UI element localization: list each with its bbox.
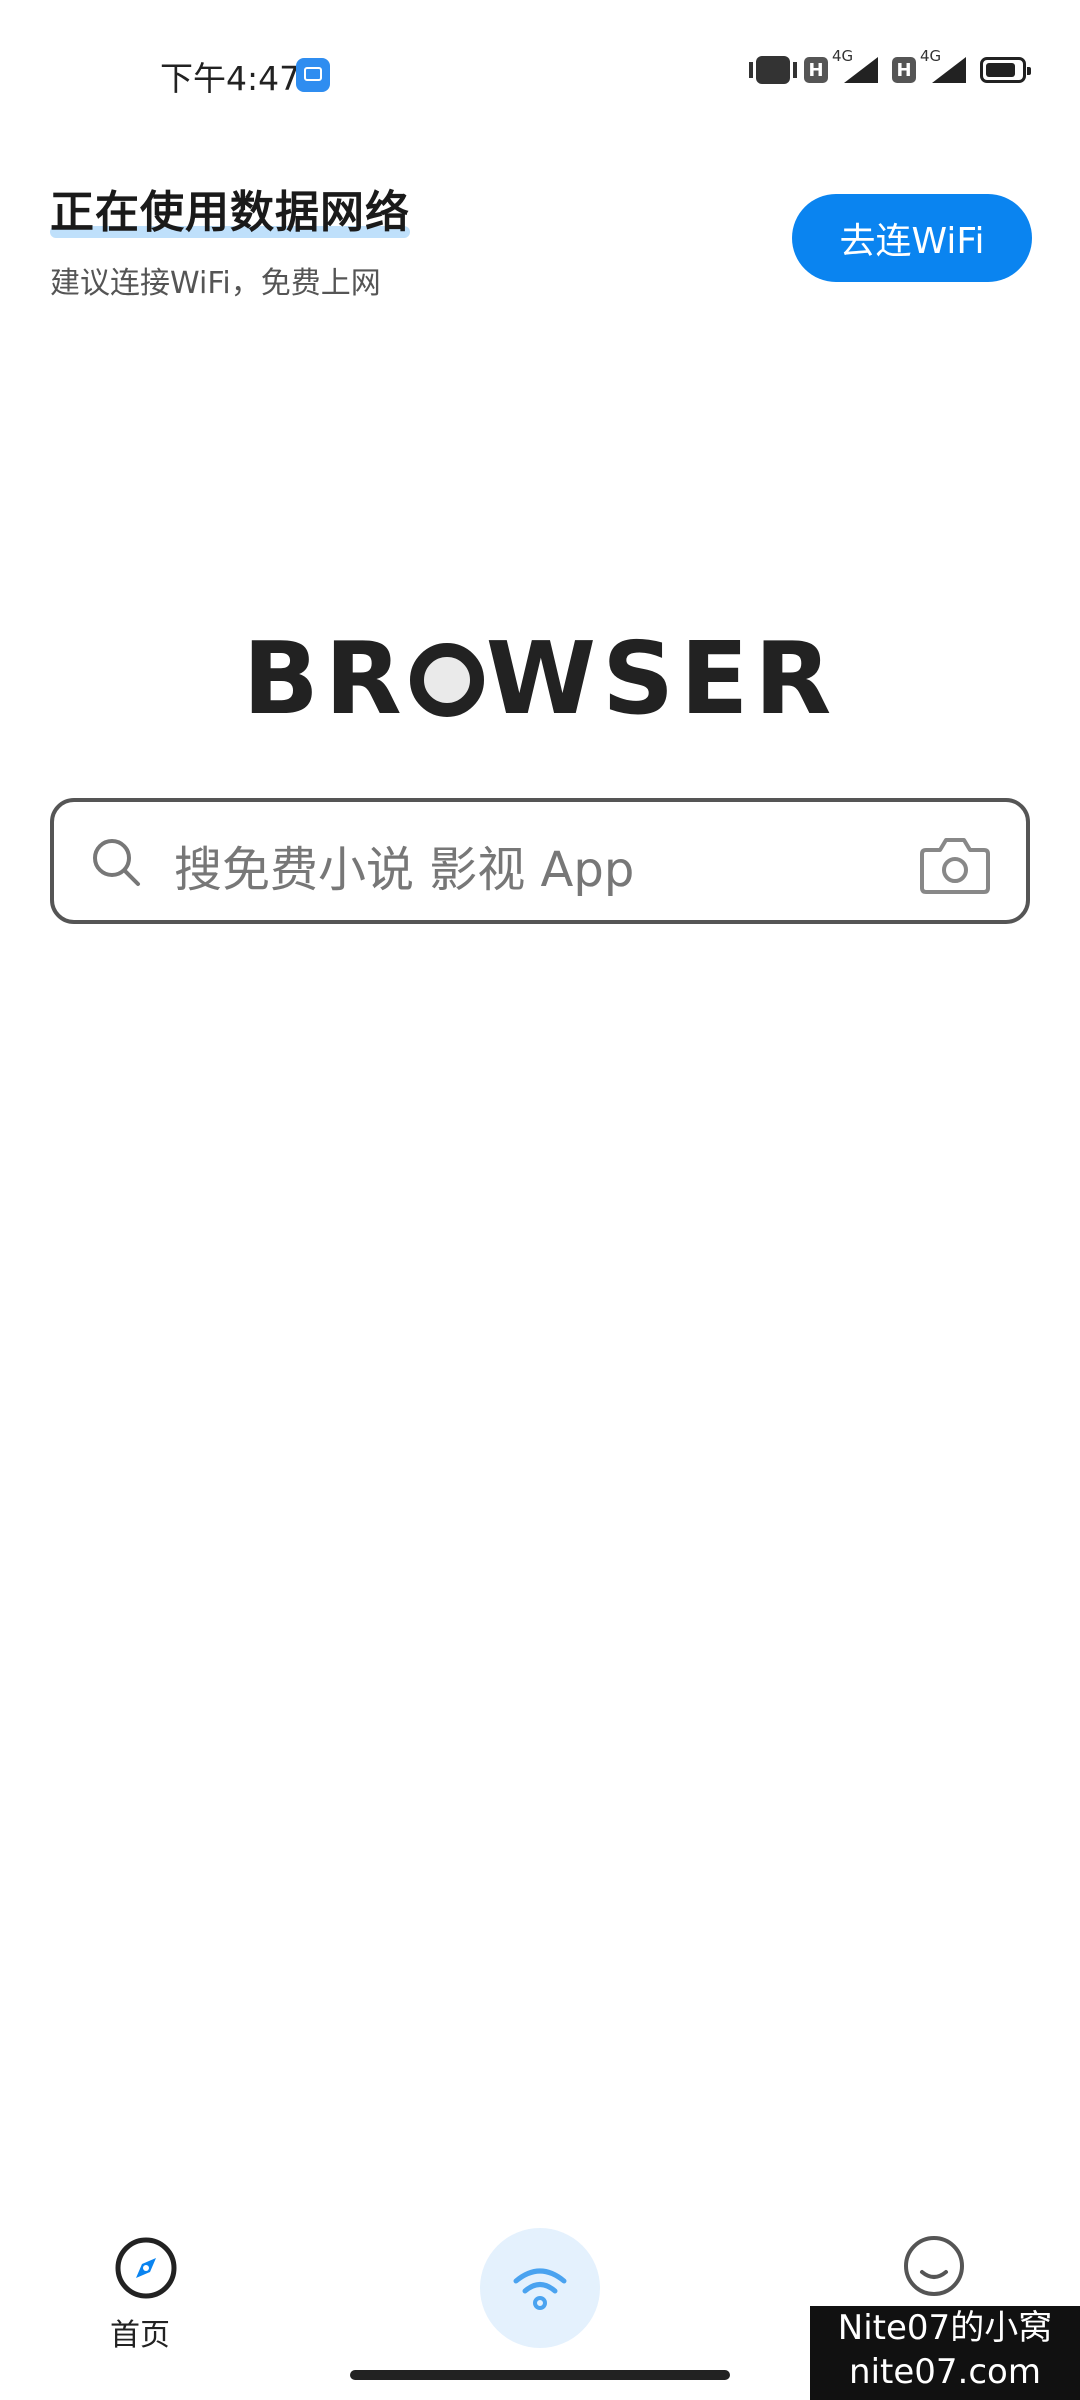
home-indicator[interactable] (350, 2370, 730, 2380)
nav-wifi-button[interactable] (480, 2228, 600, 2348)
status-bar: 下午4:47 H 4G H 4G (0, 0, 1080, 140)
network-type-label: 4G (832, 47, 854, 65)
nav-home-label[interactable]: 首页 (110, 2310, 170, 2354)
status-icons: H 4G H 4G (749, 47, 1031, 84)
battery-icon (980, 57, 1031, 83)
hspa-badge-icon: H (892, 57, 916, 83)
network-type-label: 4G (920, 47, 942, 65)
signal-sim2: H 4G (892, 47, 966, 83)
watermark-line1: Nite07的小窝 (837, 2308, 1053, 2348)
hspa-badge-icon: H (804, 57, 828, 83)
status-time: 下午4:47 (160, 59, 301, 98)
search-icon (93, 839, 140, 886)
profile-smile-icon[interactable] (902, 2234, 966, 2298)
planet-logo-icon (409, 642, 484, 717)
network-status-subtitle: 建议连接WiFi，免费上网 (50, 266, 381, 301)
browser-logo: BR WSER (0, 620, 1080, 737)
network-status-title: 正在使用数据网络 (50, 176, 410, 240)
wifi-icon (513, 2268, 567, 2310)
signal-sim1: H 4G (804, 47, 878, 83)
watermark-line2: nite07.com (849, 2352, 1041, 2392)
logo-text-right: WSER (485, 620, 838, 737)
network-status-title-text: 正在使用数据网络 (50, 187, 410, 238)
search-bar[interactable]: 搜免费小说 影视 App (50, 798, 1030, 924)
notification-app-icon (296, 58, 330, 92)
connect-wifi-button[interactable]: 去连WiFi (792, 194, 1032, 282)
search-placeholder: 搜免费小说 影视 App (174, 842, 635, 898)
logo-text-left: BR (242, 620, 408, 737)
vibrate-icon (749, 56, 797, 84)
compass-home-icon[interactable] (114, 2236, 178, 2300)
camera-search-icon[interactable] (920, 836, 990, 894)
watermark: Nite07的小窝 nite07.com (810, 2306, 1080, 2400)
